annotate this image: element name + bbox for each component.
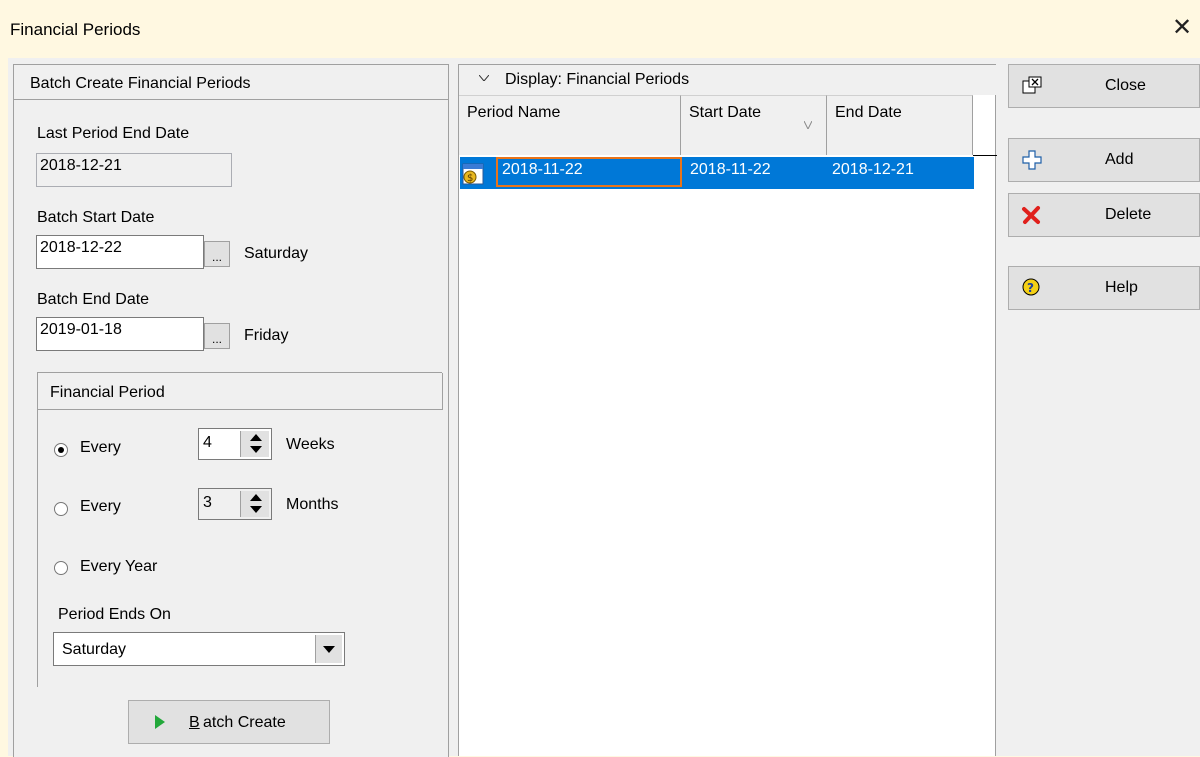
months-stepper[interactable]: 3 xyxy=(198,488,272,520)
months-value: 3 xyxy=(203,494,212,511)
weeks-unit: Weeks xyxy=(286,436,335,453)
close-window-icon xyxy=(1022,76,1042,94)
batch-create-header: Batch Create Financial Periods xyxy=(14,65,448,100)
column-header-label: Start Date xyxy=(689,104,762,121)
delete-button-label: Delete xyxy=(1105,206,1152,223)
calendar-money-icon: $ xyxy=(462,163,484,185)
arrow-down-icon[interactable] xyxy=(250,506,262,513)
svg-text:$: $ xyxy=(467,173,473,184)
period-ends-on-select[interactable]: Saturday xyxy=(53,632,345,666)
play-icon xyxy=(155,715,165,729)
close-button-label: Close xyxy=(1105,77,1146,94)
batch-end-day: Friday xyxy=(244,327,289,344)
add-icon xyxy=(1022,150,1042,170)
every-months-label: Every xyxy=(80,498,121,515)
table-row[interactable]: $ 2018-11-22 2018-11-22 2018-12-21 xyxy=(460,157,974,189)
every-months-radio[interactable] xyxy=(54,502,68,516)
batch-end-field[interactable]: 2019-01-18 xyxy=(36,317,204,351)
arrow-down-icon[interactable] xyxy=(250,446,262,453)
add-button-label: Add xyxy=(1105,151,1134,168)
window-close-icon[interactable]: ✕ xyxy=(1168,14,1196,42)
window-title: Financial Periods xyxy=(10,20,141,39)
column-header-end-date[interactable]: End Date xyxy=(827,95,973,155)
delete-icon xyxy=(1022,206,1040,224)
batch-start-day: Saturday xyxy=(244,245,309,262)
chevron-down-icon[interactable] xyxy=(315,635,342,663)
period-name-edit-cell[interactable]: 2018-11-22 xyxy=(496,157,682,187)
batch-create-label: atch Create xyxy=(203,714,286,731)
every-weeks-label: Every xyxy=(80,439,121,456)
weeks-stepper-buttons[interactable] xyxy=(240,431,269,457)
financial-period-header: Financial Period xyxy=(38,373,443,410)
start-date-cell: 2018-11-22 xyxy=(690,161,771,178)
batch-end-picker-button[interactable]: ... xyxy=(204,323,230,349)
financial-periods-grid[interactable]: Display: Financial Periods Period Name S… xyxy=(458,64,997,756)
batch-start-label: Batch Start Date xyxy=(37,209,155,226)
chevron-down-icon[interactable] xyxy=(479,75,489,81)
end-date-cell: 2018-12-21 xyxy=(832,161,914,178)
grid-title-bar[interactable]: Display: Financial Periods xyxy=(459,65,997,95)
batch-create-button[interactable]: B atch Create xyxy=(128,700,330,744)
title-bar: Financial Periods ✕ xyxy=(0,0,1200,58)
arrow-up-icon[interactable] xyxy=(250,434,262,441)
sort-icon[interactable] xyxy=(804,121,812,129)
every-weeks-radio[interactable] xyxy=(54,443,68,457)
batch-start-field[interactable]: 2018-12-22 xyxy=(36,235,204,269)
help-button[interactable]: ? Help xyxy=(1008,266,1200,310)
grid-title: Display: Financial Periods xyxy=(505,71,690,88)
arrow-up-icon[interactable] xyxy=(250,494,262,501)
batch-start-picker-button[interactable]: ... xyxy=(204,241,230,267)
batch-create-header-label: Batch Create Financial Periods xyxy=(30,75,251,92)
help-button-label: Help xyxy=(1105,279,1138,296)
help-icon: ? xyxy=(1022,278,1040,296)
column-header-label: End Date xyxy=(835,104,902,121)
header-divider xyxy=(973,155,997,156)
close-button[interactable]: Close xyxy=(1008,64,1200,108)
add-button[interactable]: Add xyxy=(1008,138,1200,182)
months-unit: Months xyxy=(286,496,339,513)
months-stepper-buttons[interactable] xyxy=(240,491,269,517)
delete-button[interactable]: Delete xyxy=(1008,193,1200,237)
financial-period-header-label: Financial Period xyxy=(50,384,165,401)
every-year-radio[interactable] xyxy=(54,561,68,575)
period-ends-on-value: Saturday xyxy=(62,641,127,658)
period-name-cell: 2018-11-22 xyxy=(502,161,583,178)
column-header-label: Period Name xyxy=(467,104,561,121)
last-period-end-label: Last Period End Date xyxy=(37,125,190,142)
period-ends-on-label: Period Ends On xyxy=(58,606,171,623)
weeks-value: 4 xyxy=(203,434,212,451)
batch-end-label: Batch End Date xyxy=(37,291,150,308)
last-period-end-field[interactable]: 2018-12-21 xyxy=(36,153,232,187)
weeks-stepper[interactable]: 4 xyxy=(198,428,272,460)
batch-create-mnemonic: B xyxy=(189,714,200,731)
column-header-period-name[interactable]: Period Name xyxy=(459,95,681,155)
svg-text:?: ? xyxy=(1027,281,1034,295)
every-year-label: Every Year xyxy=(80,558,158,575)
